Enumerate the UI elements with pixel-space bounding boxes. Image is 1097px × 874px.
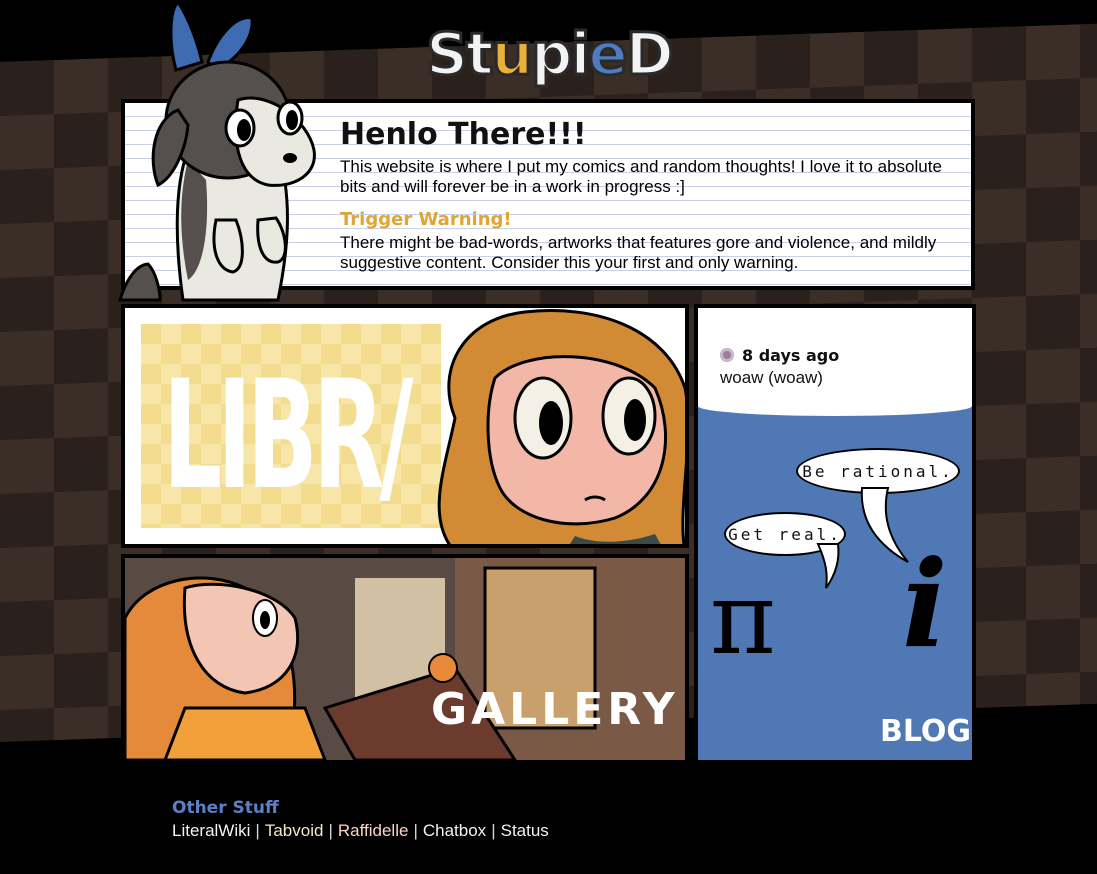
blog-panel[interactable]: 8 days ago woaw (woaw) Be rational. Get … [694, 304, 976, 764]
post-timestamp: 8 days ago [720, 346, 839, 365]
link-separator: | [413, 821, 418, 840]
link-separator: | [491, 821, 496, 840]
logo-letter: t [464, 19, 495, 90]
link-tabvoid[interactable]: Tabvoid [265, 821, 324, 840]
library-label: LIBR/ [163, 349, 413, 523]
other-stuff-heading: Other Stuff [172, 798, 279, 818]
link-raffidelle[interactable]: Raffidelle [338, 821, 409, 840]
latest-post-area[interactable]: 8 days ago woaw (woaw) [698, 308, 972, 416]
link-chatbox[interactable]: Chatbox [423, 821, 486, 840]
logo-letter: e [587, 19, 629, 90]
post-time-text: 8 days ago [742, 346, 840, 365]
footer-links: LiteralWiki | Tabvoid | Raffidelle | Chatbox | S… [172, 821, 549, 841]
logo-letter: S [425, 19, 470, 90]
gallery-label: GALLERY [431, 684, 679, 735]
logo-letter: D [624, 19, 675, 90]
gallery-panel[interactable]: GALLERY [121, 554, 689, 764]
logo-letter: p [529, 19, 573, 90]
link-separator: | [328, 821, 333, 840]
bubble-tail-icon [816, 543, 840, 589]
link-literalwiki[interactable]: LiteralWiki [172, 821, 250, 840]
intro-title: Henlo There!!! [340, 117, 587, 152]
logo-letter: u [490, 19, 534, 90]
link-status[interactable]: Status [501, 821, 549, 840]
intro-description: This website is where I put my comics an… [340, 157, 942, 196]
pi-symbol: π [710, 560, 776, 677]
library-panel[interactable]: LIBR/ [121, 304, 689, 548]
warning-text: There might be bad-words, artworks that … [340, 233, 937, 272]
site-logo[interactable]: StupieD [418, 18, 680, 90]
logo-letter: i [569, 19, 592, 90]
imaginary-i-symbol: i [902, 534, 948, 675]
coffee-cup-icon [720, 348, 734, 362]
dog-mascot-illustration [118, 0, 316, 302]
girl-portrait-illustration [437, 309, 685, 544]
warning-title: Trigger Warning! [340, 209, 512, 230]
post-text: woaw (woaw) [720, 368, 823, 387]
blog-label: BLOG [880, 714, 972, 749]
link-separator: | [255, 821, 260, 840]
